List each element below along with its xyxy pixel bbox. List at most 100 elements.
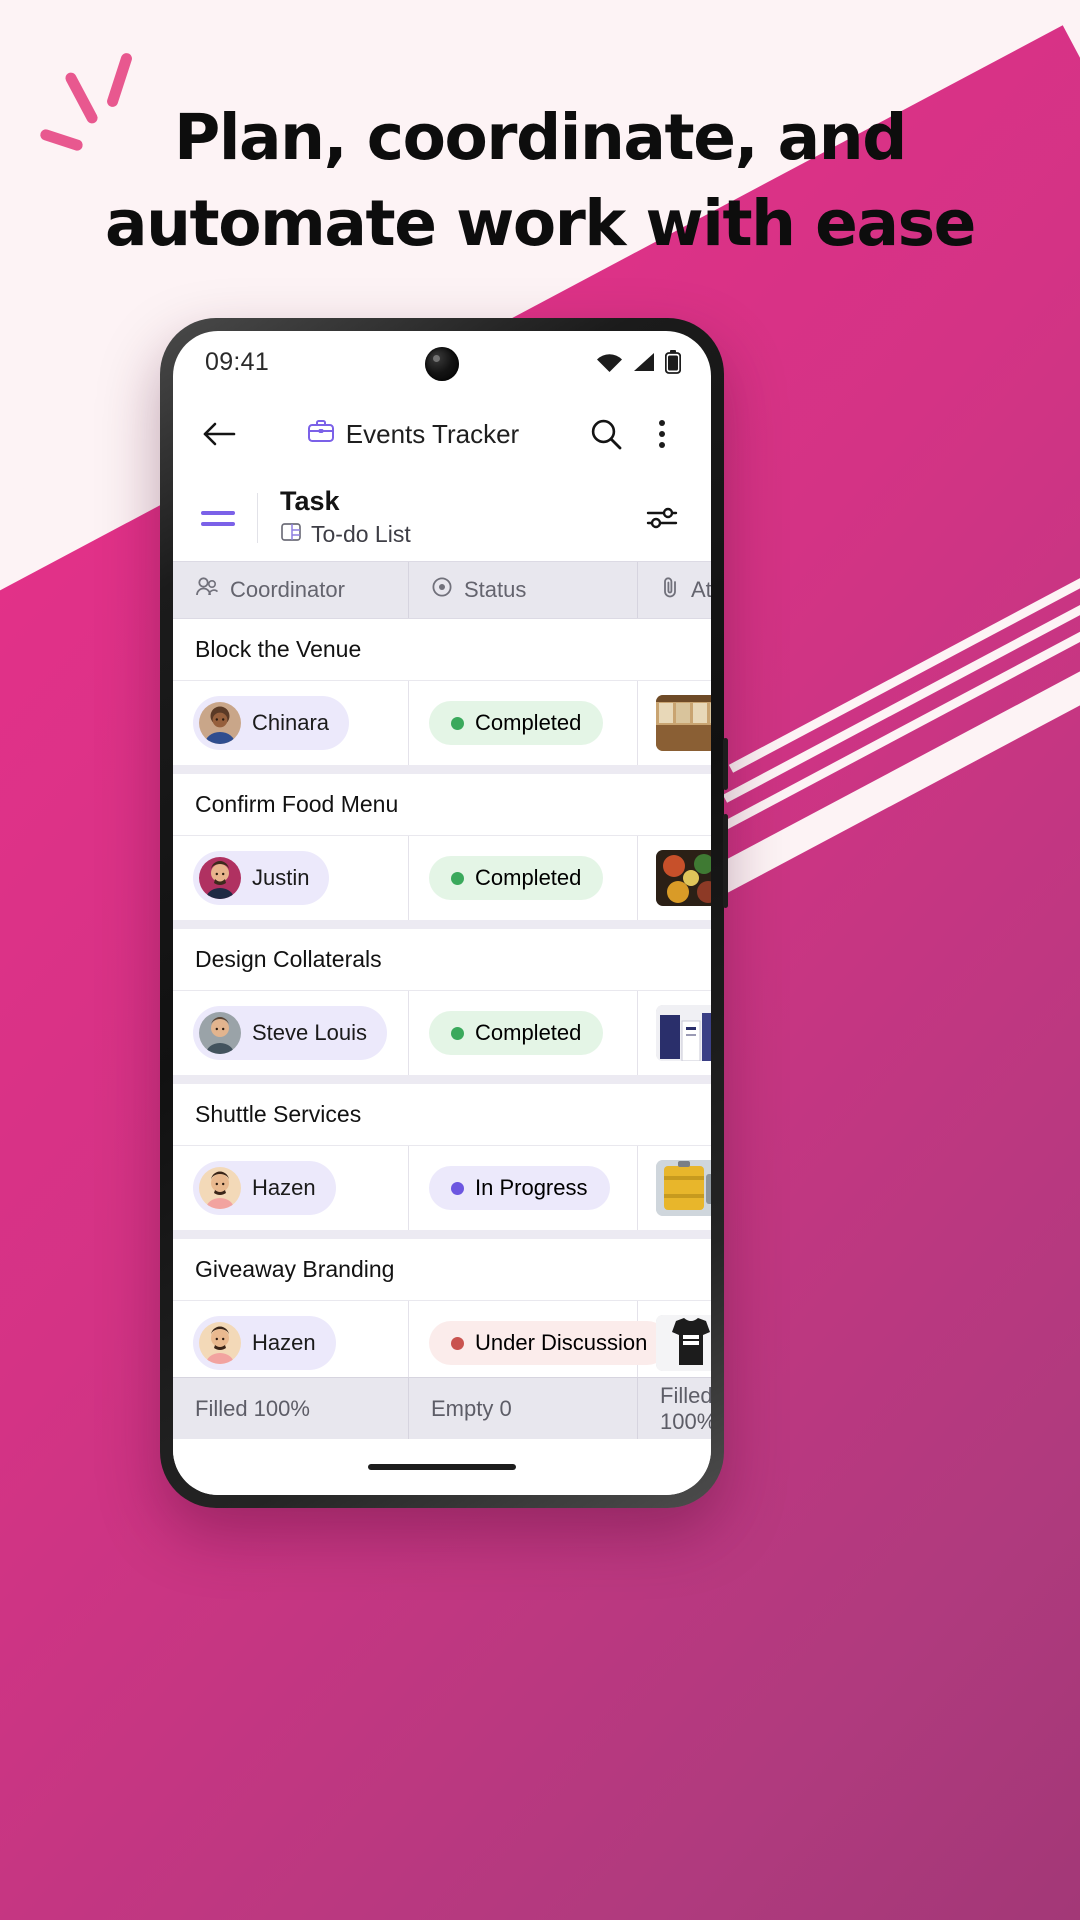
coordinator-chip[interactable]: Steve Louis bbox=[193, 1006, 387, 1060]
table-row[interactable]: Design Collaterals Steve Louis Completed bbox=[173, 929, 711, 1075]
attachment-thumbnail[interactable] bbox=[656, 1160, 711, 1216]
cell-status[interactable]: In Progress bbox=[409, 1146, 638, 1230]
column-header-label: Status bbox=[464, 577, 527, 602]
attachment-thumbnail[interactable] bbox=[656, 1315, 711, 1371]
status-bar: 09:41 bbox=[173, 331, 711, 393]
briefcase-icon bbox=[307, 418, 335, 451]
column-header-label: Attachment bbox=[691, 577, 711, 602]
wifi-icon bbox=[596, 353, 623, 372]
status-dot-icon bbox=[451, 1181, 464, 1195]
status-dot-icon bbox=[451, 1026, 464, 1040]
table-column-headers: Coordinator Status At bbox=[173, 561, 711, 619]
cell-attachment[interactable] bbox=[638, 681, 711, 765]
hamburger-icon[interactable] bbox=[197, 510, 239, 526]
task-name: Giveaway Branding bbox=[173, 1239, 711, 1301]
page-title: Events Tracker bbox=[345, 418, 520, 449]
view-header: Task To-do List bbox=[173, 475, 711, 561]
task-table[interactable]: Coordinator Status At Block the Venue Ch… bbox=[173, 561, 711, 1377]
cell-coordinator[interactable]: Justin bbox=[173, 836, 409, 920]
coordinator-name: Justin bbox=[252, 865, 310, 890]
cell-attachment[interactable] bbox=[638, 1301, 711, 1377]
attachment-thumbnail[interactable] bbox=[656, 695, 711, 751]
avatar bbox=[199, 1322, 241, 1364]
status-badge[interactable]: Completed bbox=[429, 1011, 604, 1055]
column-header-attachment[interactable]: Attachment bbox=[638, 562, 711, 618]
coordinator-chip[interactable]: Justin bbox=[193, 851, 330, 905]
cell-attachment[interactable] bbox=[638, 991, 711, 1075]
column-header-coordinator[interactable]: Coordinator bbox=[173, 562, 409, 618]
task-detail-row: Chinara Completed bbox=[173, 681, 711, 765]
home-indicator[interactable] bbox=[368, 1464, 516, 1470]
view-header-text: Task To-do List bbox=[280, 486, 639, 549]
cell-status[interactable]: Completed bbox=[409, 836, 638, 920]
avatar bbox=[199, 1167, 241, 1209]
status-label: Under Discussion bbox=[475, 1330, 648, 1355]
summary-coordinator[interactable]: Filled 100% bbox=[173, 1378, 409, 1439]
phone-screen: 09:41 Events Tracker Task To-do List Coo… bbox=[173, 331, 711, 1495]
summary-status[interactable]: Empty 0 bbox=[409, 1378, 638, 1439]
status-badge[interactable]: Completed bbox=[429, 856, 604, 900]
people-icon bbox=[195, 576, 219, 604]
status-badge[interactable]: Under Discussion bbox=[429, 1321, 670, 1365]
coordinator-name: Hazen bbox=[252, 1330, 316, 1355]
app-bar: Events Tracker bbox=[173, 393, 711, 475]
table-row[interactable]: Giveaway Branding Hazen Under Discussion bbox=[173, 1239, 711, 1377]
coordinator-chip[interactable]: Hazen bbox=[193, 1161, 336, 1215]
status-bar-clock: 09:41 bbox=[205, 347, 270, 376]
phone-mockup: 09:41 Events Tracker Task To-do List Coo… bbox=[160, 318, 728, 1508]
overflow-menu-button[interactable] bbox=[639, 411, 685, 457]
cell-coordinator[interactable]: Steve Louis bbox=[173, 991, 409, 1075]
avatar bbox=[199, 702, 241, 744]
table-view-icon bbox=[280, 521, 302, 549]
status-label: Completed bbox=[475, 1020, 582, 1045]
table-row[interactable]: Block the Venue Chinara Completed bbox=[173, 619, 711, 765]
task-detail-row: Hazen Under Discussion bbox=[173, 1301, 711, 1377]
coordinator-name: Hazen bbox=[252, 1175, 316, 1200]
task-name: Design Collaterals bbox=[173, 929, 711, 991]
attachment-thumbnail[interactable] bbox=[656, 1005, 711, 1061]
task-detail-row: Steve Louis Completed bbox=[173, 991, 711, 1075]
phone-volume-button bbox=[723, 738, 728, 790]
task-name: Shuttle Services bbox=[173, 1084, 711, 1146]
column-header-label: Coordinator bbox=[230, 577, 345, 602]
cell-status[interactable]: Completed bbox=[409, 681, 638, 765]
cell-attachment[interactable] bbox=[638, 836, 711, 920]
front-camera-punch-hole bbox=[425, 347, 459, 381]
task-name: Block the Venue bbox=[173, 619, 711, 681]
status-label: Completed bbox=[475, 710, 582, 735]
table-row[interactable]: Confirm Food Menu Justin Completed bbox=[173, 774, 711, 920]
task-detail-row: Hazen In Progress bbox=[173, 1146, 711, 1230]
view-subtitle-group[interactable]: To-do List bbox=[280, 521, 639, 549]
table-row[interactable]: Shuttle Services Hazen In Progress bbox=[173, 1084, 711, 1230]
cell-coordinator[interactable]: Hazen bbox=[173, 1146, 409, 1230]
cell-status[interactable]: Under Discussion bbox=[409, 1301, 670, 1377]
cell-attachment[interactable] bbox=[638, 1146, 711, 1230]
coordinator-name: Chinara bbox=[252, 710, 330, 735]
table-summary-bar: Filled 100% Empty 0 Filled 100% bbox=[173, 1377, 711, 1439]
cellular-signal-icon bbox=[632, 352, 656, 372]
cell-coordinator[interactable]: Chinara bbox=[173, 681, 409, 765]
paperclip-icon bbox=[660, 576, 680, 604]
column-header-status[interactable]: Status bbox=[409, 562, 638, 618]
back-button[interactable] bbox=[197, 411, 243, 457]
summary-attachment[interactable]: Filled 100% bbox=[638, 1378, 711, 1439]
status-circle-icon bbox=[431, 576, 453, 604]
status-badge[interactable]: In Progress bbox=[429, 1166, 610, 1210]
status-badge[interactable]: Completed bbox=[429, 701, 604, 745]
status-label: Completed bbox=[475, 865, 582, 890]
coordinator-name: Steve Louis bbox=[252, 1020, 367, 1045]
status-label: In Progress bbox=[475, 1175, 588, 1200]
cell-coordinator[interactable]: Hazen bbox=[173, 1301, 409, 1377]
status-dot-icon bbox=[451, 1336, 464, 1350]
attachment-thumbnail[interactable] bbox=[656, 850, 711, 906]
phone-power-button bbox=[723, 814, 728, 908]
filter-button[interactable] bbox=[639, 495, 685, 541]
coordinator-chip[interactable]: Chinara bbox=[193, 696, 350, 750]
kebab-menu-icon bbox=[659, 420, 665, 448]
app-bar-title-group: Events Tracker bbox=[253, 418, 573, 451]
system-navigation-bar bbox=[173, 1439, 711, 1495]
cell-status[interactable]: Completed bbox=[409, 991, 638, 1075]
search-button[interactable] bbox=[583, 411, 629, 457]
coordinator-chip[interactable]: Hazen bbox=[193, 1316, 336, 1370]
view-title: Task bbox=[280, 486, 340, 517]
